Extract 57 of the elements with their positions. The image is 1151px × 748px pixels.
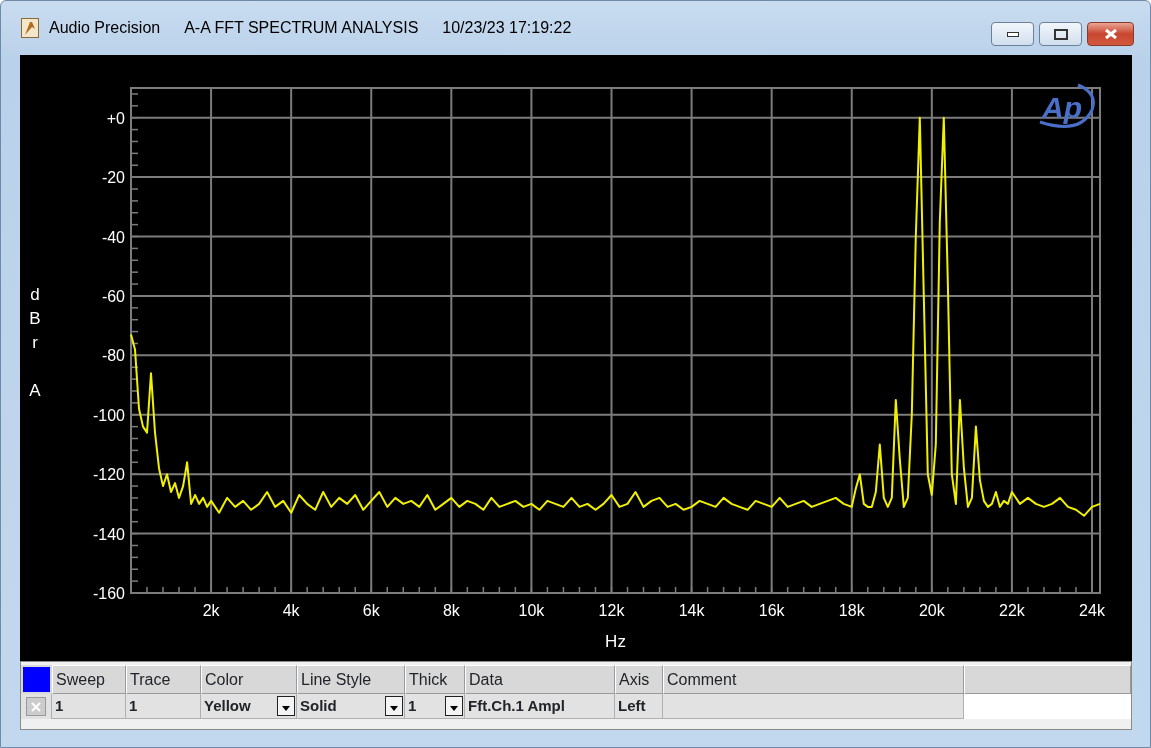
tick-label: -80: [101, 347, 125, 365]
caret-icon: [282, 706, 290, 712]
dropdown[interactable]: Solid: [297, 694, 405, 719]
tick-label: 2k: [202, 602, 220, 619]
minimize-icon: [1006, 31, 1019, 37]
app-name: Audio Precision: [49, 18, 161, 38]
tick-label: -140: [92, 525, 125, 543]
tick-label: 6k: [362, 602, 380, 619]
tick-label: 10k: [518, 602, 545, 619]
logo: Ap: [1039, 83, 1095, 128]
tick-label: 14k: [678, 602, 705, 619]
dropdown[interactable]: Yellow: [201, 694, 297, 719]
axis-label: dBr A: [29, 285, 41, 400]
tick-label: +0: [106, 109, 125, 127]
tick-label: 16k: [758, 602, 785, 619]
dropdown-button[interactable]: [385, 696, 403, 716]
tick-label: 22k: [999, 602, 1025, 619]
timestamp: 10/23/23 17:19:22: [442, 18, 572, 38]
tick-label: -120: [92, 466, 125, 484]
column-header: Color: [201, 665, 297, 694]
tick-label: 20k: [918, 602, 945, 619]
column-header: Data: [465, 665, 615, 694]
tick-label: -60: [101, 287, 125, 305]
maximize-icon: [1053, 28, 1068, 40]
caret-icon: [450, 706, 458, 712]
tick-label: -20: [101, 169, 125, 187]
column-header: Sweep: [52, 665, 126, 694]
column-header: Line Style: [297, 665, 405, 694]
maximize-button[interactable]: [1039, 22, 1082, 46]
table-cell: Fft.Ch.1 Ampl: [465, 694, 615, 719]
tick-label: 12k: [598, 602, 625, 619]
row-toggle[interactable]: [26, 697, 46, 716]
column-header: Axis: [615, 665, 663, 694]
tick-label: 4k: [282, 602, 300, 619]
column-header: Thick: [405, 665, 465, 694]
tick-label: 18k: [838, 602, 865, 619]
table-cell: 1: [52, 694, 126, 719]
tick-label: -100: [92, 406, 125, 424]
table-cell: 1: [126, 694, 201, 719]
dropdown[interactable]: 1: [405, 694, 465, 719]
axis-label: Hz: [605, 632, 626, 651]
tick-label: 8k: [442, 602, 460, 619]
minimize-button[interactable]: [991, 22, 1034, 46]
tick-label: -40: [101, 228, 125, 246]
dropdown-button[interactable]: [445, 696, 463, 716]
app-icon: [21, 18, 39, 38]
tick-label: 24k: [1079, 602, 1105, 619]
close-icon: [1103, 28, 1118, 40]
table-cell: Left: [615, 694, 663, 719]
column-header: Trace: [126, 665, 201, 694]
cross-icon: [31, 701, 41, 712]
caret-icon: [390, 706, 398, 712]
tick-label: -160: [92, 585, 125, 602]
column-header: Comment: [663, 665, 964, 694]
close-button[interactable]: [1087, 22, 1134, 46]
window-title: A-A FFT SPECTRUM ANALYSIS: [184, 18, 419, 38]
dropdown-button[interactable]: [277, 696, 295, 716]
